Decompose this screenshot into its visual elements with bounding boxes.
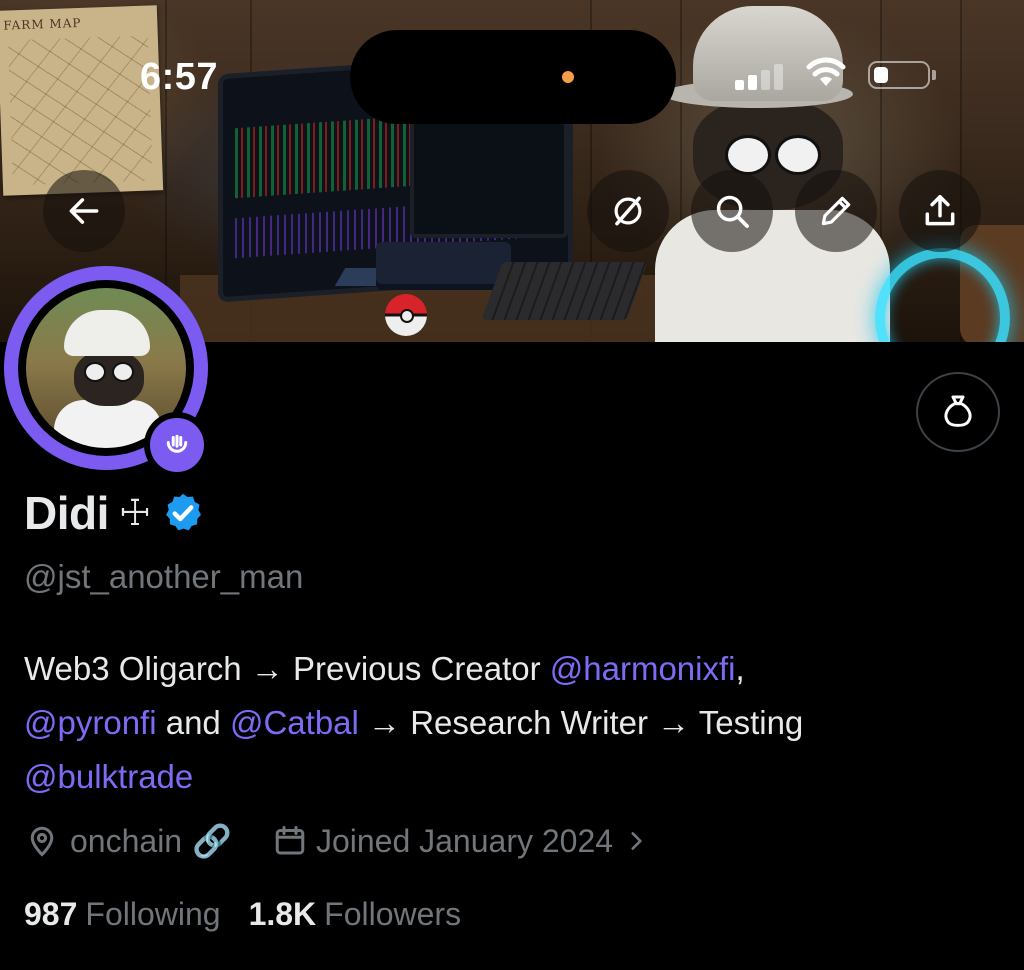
profile-handle: @jst_another_man <box>24 558 304 595</box>
following-label: Following <box>85 896 221 932</box>
grok-icon <box>614 196 642 226</box>
edit-button[interactable] <box>795 170 877 252</box>
link-icon: 🔗 <box>192 822 232 860</box>
followers-label: Followers <box>324 896 462 932</box>
location-text: onchain <box>70 822 183 859</box>
share-button[interactable] <box>899 170 981 252</box>
status-time: 6:57 <box>140 56 219 98</box>
mention-link[interactable]: @bulktrade <box>24 758 193 795</box>
arrow-left-icon <box>69 198 99 224</box>
banner-map-title: FARM MAP <box>3 15 82 33</box>
location-pin-icon <box>30 826 54 857</box>
mention-link[interactable]: @harmonixfi <box>550 650 736 687</box>
profile-name-row: Didi ☩ <box>24 486 205 540</box>
tips-button[interactable] <box>916 372 1000 452</box>
following-link[interactable]: 987 Following <box>24 896 221 933</box>
verified-badge-icon[interactable] <box>161 491 205 535</box>
mention-link[interactable]: @pyronfi <box>24 704 157 741</box>
dynamic-island <box>350 30 676 124</box>
joined-date: Joined January 2024 <box>315 822 614 859</box>
name-cross-symbol: ☩ <box>118 492 152 534</box>
banner-pokeball <box>385 294 427 336</box>
bio-text: → Research Writer → Testing <box>358 704 804 741</box>
pencil-icon <box>821 196 851 226</box>
battery-icon <box>868 61 930 89</box>
bio-text: and <box>156 704 230 741</box>
followers-link[interactable]: 1.8K Followers <box>249 896 462 933</box>
profile-bio: Web3 Oligarch → Previous Creator @harmon… <box>24 642 994 804</box>
banner-map: FARM MAP <box>0 5 164 196</box>
mention-link[interactable]: @Catbal <box>230 704 359 741</box>
profile-stats: 987 Following 1.8K Followers <box>24 896 461 933</box>
calendar-icon <box>275 826 305 855</box>
money-bag-icon <box>944 395 972 427</box>
search-icon <box>716 195 749 228</box>
following-count: 987 <box>24 896 78 932</box>
chevron-right-icon[interactable] <box>623 828 649 854</box>
cellular-signal-icon <box>735 60 793 90</box>
back-button[interactable] <box>43 170 125 252</box>
wifi-icon <box>806 57 846 86</box>
search-button[interactable] <box>691 170 773 252</box>
display-name: Didi <box>24 487 109 539</box>
followers-count: 1.8K <box>248 896 317 932</box>
bio-text: , <box>735 650 745 687</box>
grok-button[interactable] <box>587 170 669 252</box>
spaces-live-badge[interactable] <box>144 412 210 478</box>
privacy-indicator <box>562 71 574 83</box>
bio-text: Web3 Oligarch → Previous Creator <box>24 650 550 687</box>
share-icon <box>925 195 955 226</box>
banner-character <box>645 0 890 342</box>
microphone-icon <box>166 434 188 453</box>
profile-meta: onchain 🔗 Joined January 2024 <box>24 822 649 860</box>
